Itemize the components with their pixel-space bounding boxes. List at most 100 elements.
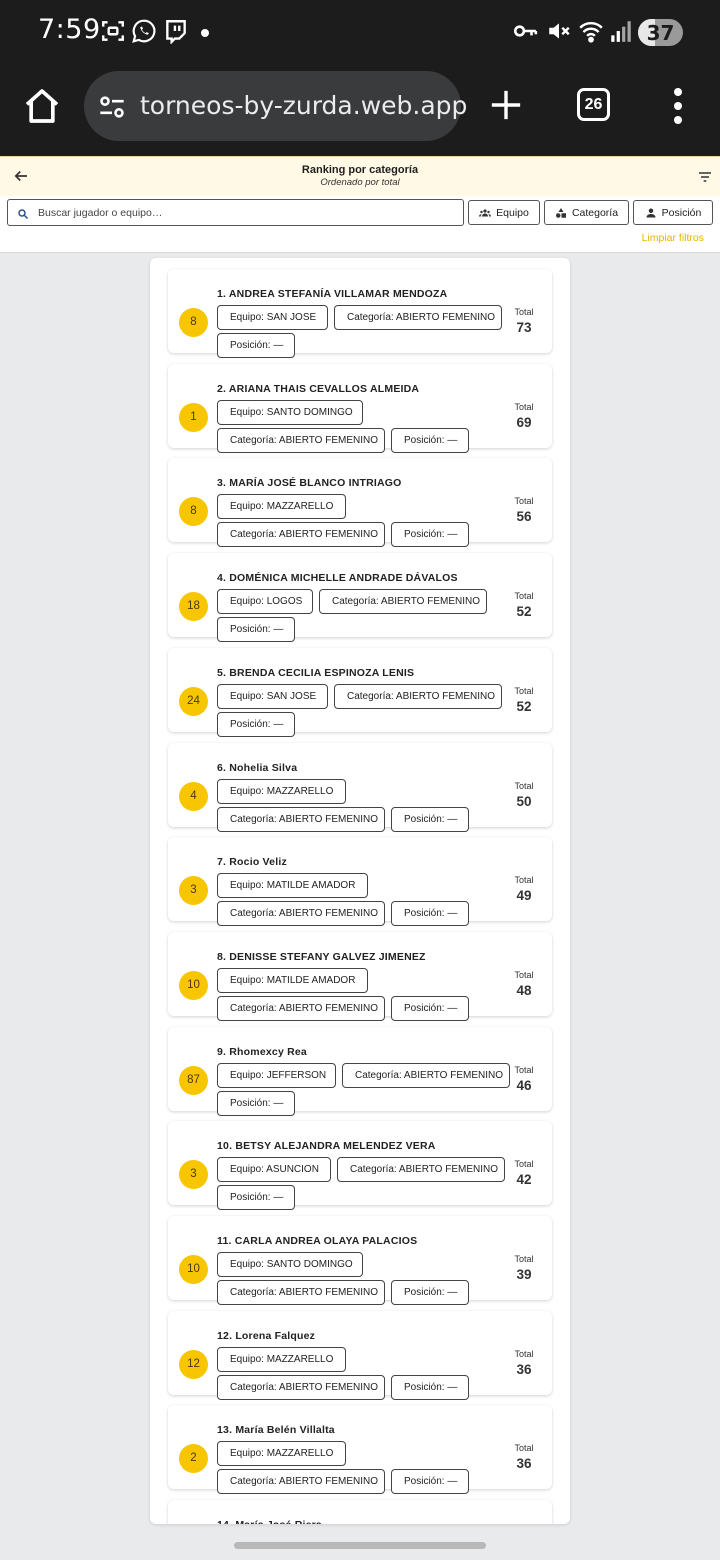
category-chip[interactable]: Categoría: ABIERTO FEMENINO: [337, 1157, 505, 1183]
category-chip[interactable]: Categoría: ABIERTO FEMENINO: [217, 427, 385, 453]
sort-filter-icon[interactable]: [697, 169, 713, 185]
total-value: 48: [516, 982, 532, 998]
team-chip[interactable]: Equipo: MAZZARELLO: [217, 494, 346, 520]
key-icon: [512, 18, 538, 44]
category-chip[interactable]: Categoría: ABIERTO FEMENINO: [319, 589, 487, 615]
player-name: 12. Lorena Falquez: [217, 1329, 316, 1342]
player-card[interactable]: 3. MARÍA JOSÉ BLANCO INTRIAGO 8 Equipo: MA…: [168, 458, 552, 548]
total-value: 56: [516, 509, 532, 525]
position-chip[interactable]: Posición: —: [217, 1185, 295, 1211]
home-button[interactable]: [22, 86, 62, 126]
jersey-number-badge: 87: [179, 1065, 208, 1095]
position-chip[interactable]: Posición: —: [391, 427, 469, 453]
search-input[interactable]: [38, 204, 438, 222]
player-card[interactable]: 5. BRENDA CECILIA ESPINOZA LENIS 24 Equipo…: [168, 647, 552, 737]
category-chip[interactable]: Categoría: ABIERTO FEMENINO: [334, 683, 502, 709]
category-chip[interactable]: Categoría: ABIERTO FEMENINO: [217, 901, 385, 927]
position-chip[interactable]: Posición: —: [391, 1374, 469, 1400]
position-filter-label: Posición: [661, 206, 702, 219]
position-chip[interactable]: Posición: —: [217, 711, 295, 737]
total-label: Total: [514, 685, 534, 696]
team-chip[interactable]: Equipo: MATILDE AMADOR: [217, 873, 368, 899]
category-chip[interactable]: Categoría: ABIERTO FEMENINO: [217, 806, 385, 832]
player-name: 10. BETSY ALEJANDRA MELENDEZ VERA: [217, 1140, 436, 1153]
address-bar[interactable]: torneos-by-zurda.web.app: [84, 71, 467, 141]
category-chip[interactable]: Categoría: ABIERTO FEMENINO: [334, 305, 502, 330]
category-chip[interactable]: Categoría: ABIERTO FEMENINO: [217, 1469, 385, 1495]
team-chip[interactable]: Equipo: SAN JOSE: [217, 305, 328, 330]
team-chip[interactable]: Equipo: SANTO DOMINGO: [217, 399, 363, 425]
category-filter-button[interactable]: Categoría: [544, 200, 629, 225]
person-icon: [646, 208, 656, 217]
total-label: Total: [514, 969, 534, 980]
player-name: 2. ARIANA THAIS CEVALLOS ALMEIDA: [217, 382, 420, 395]
team-chip[interactable]: Equipo: SAN JOSE: [217, 683, 328, 709]
total-value: 52: [516, 604, 532, 620]
total-value: 36: [516, 1361, 532, 1377]
player-card[interactable]: 13. María Belén Villalta 2 Equipo: MAZZARE…: [168, 1405, 552, 1495]
position-chip[interactable]: Posición: —: [391, 806, 469, 832]
category-chip[interactable]: Categoría: ABIERTO FEMENINO: [217, 995, 385, 1021]
category-chip[interactable]: Categoría: ABIERTO FEMENINO: [217, 522, 385, 548]
jersey-number-badge: 8: [179, 497, 208, 527]
clear-filters-link[interactable]: Limpiar filtros: [642, 232, 704, 244]
player-name: 4. DOMÉNICA MICHELLE ANDRADE DÁVALOS: [217, 572, 458, 585]
gesture-nav-handle[interactable]: [234, 1542, 486, 1549]
player-card[interactable]: 7. Rocio Veliz 3 Equipo: MATILDE AMADOR Cat…: [168, 837, 552, 927]
page-title: Ranking por categoría: [301, 164, 419, 176]
total-label: Total: [514, 1254, 534, 1264]
url-text[interactable]: torneos-by-zurda.web.app: [140, 91, 467, 120]
search-icon: [17, 207, 29, 220]
position-chip[interactable]: Posición: —: [391, 995, 469, 1021]
status-bar: 7:59 37: [0, 0, 720, 66]
total-value: 69: [516, 414, 532, 430]
tab-switcher-button[interactable]: 26: [577, 88, 610, 121]
team-chip[interactable]: Equipo: MATILDE AMADOR: [217, 967, 368, 993]
position-chip[interactable]: Posición: —: [217, 1090, 295, 1116]
player-card[interactable]: 10. BETSY ALEJANDRA MELENDEZ VERA 3 Equipo…: [168, 1121, 552, 1211]
position-chip[interactable]: Posición: —: [391, 901, 469, 927]
total-label: Total: [514, 1159, 534, 1170]
team-chip[interactable]: Equipo: LOGOS: [217, 589, 313, 615]
app-header: Ranking por categoría Ordenado por total: [0, 156, 720, 196]
player-card[interactable]: 14. María José Riera: [168, 1500, 552, 1524]
total-value: 42: [516, 1172, 532, 1188]
player-card[interactable]: 4. DOMÉNICA MICHELLE ANDRADE DÁVALOS 18 Eq…: [168, 553, 552, 643]
player-card[interactable]: 11. CARLA ANDREA OLAYA PALACIOS 10 Equipo:…: [168, 1216, 552, 1305]
position-chip[interactable]: Posición: —: [217, 333, 295, 358]
position-filter-button[interactable]: Posición: [633, 200, 713, 225]
category-chip[interactable]: Categoría: ABIERTO FEMENINO: [342, 1062, 510, 1088]
category-chip[interactable]: Categoría: ABIERTO FEMENINO: [217, 1374, 385, 1400]
total-label: Total: [514, 875, 534, 886]
player-name: 8. DENISSE STEFANY GALVEZ JIMENEZ: [217, 950, 426, 963]
jersey-number-badge: 3: [179, 1160, 208, 1190]
player-card[interactable]: 2. ARIANA THAIS CEVALLOS ALMEIDA 1 Equipo:…: [168, 363, 552, 453]
jersey-number-badge: 10: [179, 970, 208, 1000]
total-value: 39: [516, 1267, 532, 1282]
jersey-number-badge: 8: [179, 308, 208, 337]
player-card[interactable]: 6. Nohelia Silva 4 Equipo: MAZZARELLO Categ…: [168, 742, 552, 832]
position-chip[interactable]: Posición: —: [391, 1280, 469, 1305]
player-card[interactable]: 8. DENISSE STEFANY GALVEZ JIMENEZ 10 Equip…: [168, 931, 552, 1021]
team-chip[interactable]: Equipo: MAZZARELLO: [217, 1346, 346, 1372]
new-tab-button[interactable]: [489, 88, 523, 122]
team-chip[interactable]: Equipo: ASUNCION: [217, 1157, 331, 1183]
position-chip[interactable]: Posición: —: [391, 1469, 469, 1495]
team-chip[interactable]: Equipo: SANTO DOMINGO: [217, 1252, 363, 1277]
category-filter-label: Categoría: [571, 206, 619, 219]
search-field[interactable]: [7, 199, 464, 226]
player-card[interactable]: 12. Lorena Falquez 12 Equipo: MAZZARELLO Ca…: [168, 1310, 552, 1400]
team-chip[interactable]: Equipo: JEFFERSON: [217, 1062, 336, 1088]
position-chip[interactable]: Posición: —: [217, 617, 295, 643]
position-chip[interactable]: Posición: —: [391, 522, 469, 548]
player-card[interactable]: 1. ANDREA STEFANÍA VILLAMAR MENDOZA 8 Equi…: [168, 269, 552, 358]
team-chip[interactable]: Equipo: MAZZARELLO: [217, 1441, 346, 1467]
site-settings-icon[interactable]: [98, 93, 126, 121]
team-filter-button[interactable]: Equipo: [468, 200, 540, 225]
category-chip[interactable]: Categoría: ABIERTO FEMENINO: [217, 1280, 385, 1305]
total-label: Total: [514, 401, 534, 412]
team-chip[interactable]: Equipo: MAZZARELLO: [217, 778, 346, 804]
browser-menu-button[interactable]: [666, 86, 690, 126]
total-value: 49: [516, 888, 532, 904]
player-card[interactable]: 9. Rhomexcy Rea 87 Equipo: JEFFERSON Catego…: [168, 1026, 552, 1116]
